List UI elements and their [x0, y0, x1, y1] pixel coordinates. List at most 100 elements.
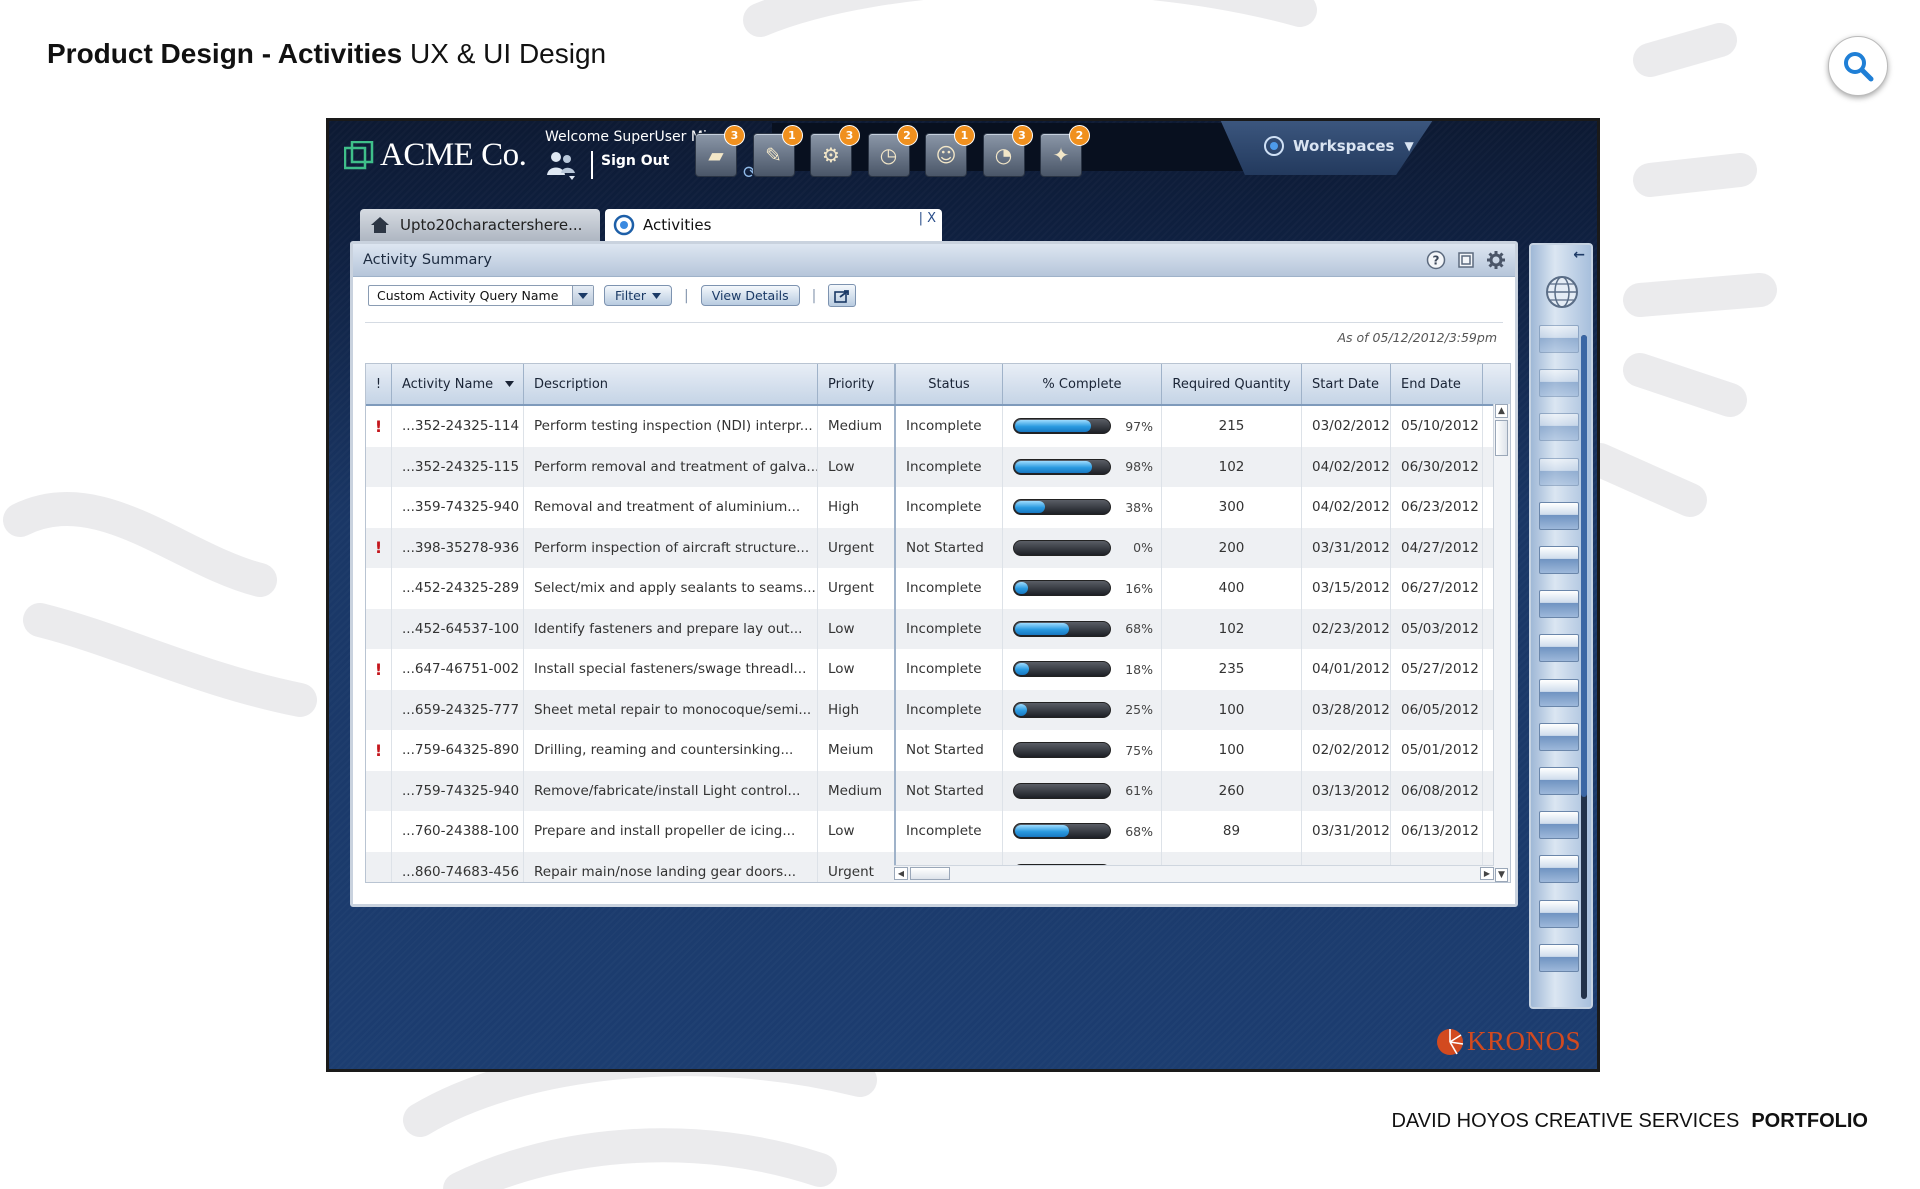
dock-button[interactable]: [1539, 943, 1579, 972]
column-header-description[interactable]: Description: [524, 364, 818, 404]
dock-scroll-thumb[interactable]: [1581, 335, 1587, 797]
column-header-status[interactable]: Status: [896, 364, 1003, 404]
toolbar-document-button[interactable]: ✎ 1: [752, 125, 803, 177]
start-date-cell: 03/13/2012: [1302, 770, 1391, 811]
dock-button[interactable]: [1539, 767, 1579, 795]
required-quantity-cell: 102: [1162, 446, 1302, 487]
maximize-icon[interactable]: [1455, 249, 1477, 271]
progress-fill: [1015, 663, 1030, 676]
tab-home[interactable]: Upto20charactershere...: [360, 209, 600, 241]
dock-button[interactable]: [1539, 413, 1579, 442]
table-row[interactable]: ! ...398-35278-936 Perform inspection of a…: [366, 527, 1510, 568]
flag-cell: !: [366, 406, 392, 447]
filter-button[interactable]: Filter: [604, 285, 672, 306]
progress-fill: [1015, 582, 1028, 595]
chevron-down-icon: [651, 292, 661, 299]
column-header-percent-complete[interactable]: % Complete: [1003, 364, 1162, 404]
column-header-activity-name[interactable]: Activity Name: [392, 364, 524, 404]
gear-icon[interactable]: [1485, 249, 1507, 271]
export-button[interactable]: [828, 284, 857, 307]
toolbar-wrench-button[interactable]: ✦ 2: [1040, 125, 1090, 177]
priority-cell: Urgent: [818, 851, 896, 882]
toolbar-tools-button[interactable]: ⚙ 3: [810, 125, 860, 177]
table-row[interactable]: ! ...352-24325-114 Perform testing inspect…: [366, 406, 1510, 447]
description-cell: Perform testing inspection (NDI) interpr…: [524, 406, 818, 447]
workspaces-menu[interactable]: Workspaces ▼: [1219, 121, 1435, 175]
table-row[interactable]: ...760-24388-100 Prepare and install prop…: [366, 811, 1510, 852]
tab-activities[interactable]: Activities | X: [605, 209, 942, 241]
dock-button[interactable]: [1539, 501, 1579, 530]
progress-fill: [1015, 420, 1092, 433]
flag-cell: [366, 568, 392, 609]
dock-button[interactable]: [1539, 899, 1579, 928]
toolbar-person-button[interactable]: ☺ 1: [925, 125, 975, 177]
toolbar-gauge-button[interactable]: ◔ 3: [982, 125, 1033, 177]
column-header-priority[interactable]: Priority: [818, 364, 896, 404]
dock-button[interactable]: [1539, 634, 1579, 663]
priority-cell: Low: [818, 446, 896, 487]
progress-bar: [1013, 580, 1111, 597]
table-row[interactable]: ...352-24325-115 Perform removal and trea…: [366, 446, 1510, 487]
query-select[interactable]: Custom Activity Query Name: [368, 285, 594, 306]
table-row[interactable]: ...452-64537-100 Identify fasteners and p…: [366, 608, 1510, 649]
dock-button[interactable]: [1539, 325, 1579, 353]
dock-button[interactable]: [1539, 855, 1579, 884]
progress-fill: [1015, 703, 1027, 716]
priority-cell: Low: [818, 811, 896, 852]
dock-button[interactable]: [1539, 722, 1579, 751]
acme-logo[interactable]: ACME Co.: [344, 137, 527, 174]
dock-button[interactable]: [1539, 546, 1579, 574]
start-date-cell: 04/01/2012: [1302, 649, 1391, 690]
dock-button[interactable]: [1539, 590, 1579, 619]
flag-cell: [366, 770, 392, 811]
column-header-required-quantity[interactable]: Required Quantity: [1162, 364, 1302, 404]
dock-collapse-icon[interactable]: ←: [1573, 247, 1585, 263]
percent-complete-cell: 68%: [1003, 811, 1162, 852]
table-body: ! ...352-24325-114 Perform testing inspect…: [366, 406, 1510, 882]
tab-close-button[interactable]: | X: [919, 211, 936, 226]
scroll-right-icon[interactable]: ▶: [1480, 867, 1494, 880]
scroll-up-icon[interactable]: ▲: [1495, 404, 1508, 418]
dock-button[interactable]: [1539, 811, 1579, 840]
view-details-button[interactable]: View Details: [700, 285, 800, 306]
horizontal-scroll-thumb[interactable]: [910, 867, 950, 880]
globe-icon[interactable]: [1545, 275, 1579, 309]
column-header-flag[interactable]: !: [366, 364, 392, 404]
column-header-end-date[interactable]: End Date: [1391, 364, 1483, 404]
toolbar-briefcase-button[interactable]: ▰ 3: [695, 125, 745, 177]
dock-button[interactable]: [1539, 678, 1579, 707]
table-row[interactable]: ...452-24325-289 Select/mix and apply sea…: [366, 568, 1510, 609]
vertical-scrollbar[interactable]: ▲ ▼: [1493, 404, 1510, 882]
table-row[interactable]: ! ...759-64325-890 Drilling, reaming and c…: [366, 730, 1510, 771]
horizontal-scrollbar[interactable]: ◀ ▶: [894, 865, 1494, 882]
scroll-thumb[interactable]: [1495, 420, 1508, 456]
scroll-left-icon[interactable]: ◀: [894, 867, 908, 880]
dock-button[interactable]: [1539, 457, 1579, 486]
dock-button[interactable]: [1539, 369, 1579, 398]
filter-button-label: Filter: [615, 288, 646, 303]
divider: [365, 322, 1503, 323]
percent-label: 98%: [1125, 459, 1153, 475]
help-icon[interactable]: ?: [1425, 249, 1447, 271]
end-date-cell: 05/01/2012: [1391, 730, 1483, 771]
required-quantity-cell: 102: [1162, 608, 1302, 649]
column-header-start-date[interactable]: Start Date: [1302, 364, 1391, 404]
start-date-cell: 02/23/2012: [1302, 608, 1391, 649]
end-date-cell: 05/10/2012: [1391, 406, 1483, 447]
scroll-down-icon[interactable]: ▼: [1495, 868, 1508, 882]
users-icon[interactable]: [545, 149, 579, 181]
activity-name-cell: ...359-74325-940: [392, 487, 524, 528]
table-row[interactable]: ...759-74325-940 Remove/fabricate/install…: [366, 770, 1510, 811]
workspaces-inner: Workspaces ▼: [1263, 135, 1414, 157]
panel-header: Activity Summary ?: [353, 244, 1515, 277]
table-row[interactable]: ...359-74325-940 Removal and treatment of…: [366, 487, 1510, 528]
toolbar-clock-doc-button[interactable]: ◷ 2: [867, 125, 918, 177]
progress-fill: [1015, 825, 1069, 838]
table-row[interactable]: ! ...647-46751-002 Install special fastene…: [366, 649, 1510, 690]
dock-scrollbar[interactable]: [1581, 335, 1587, 999]
search-button[interactable]: [1828, 36, 1888, 96]
table-row[interactable]: ...659-24325-777 Sheet metal repair to mo…: [366, 689, 1510, 730]
activity-name-cell: ...659-24325-777: [392, 689, 524, 730]
progress-fill: [1015, 501, 1045, 514]
sign-out-link[interactable]: Sign Out: [591, 151, 669, 179]
